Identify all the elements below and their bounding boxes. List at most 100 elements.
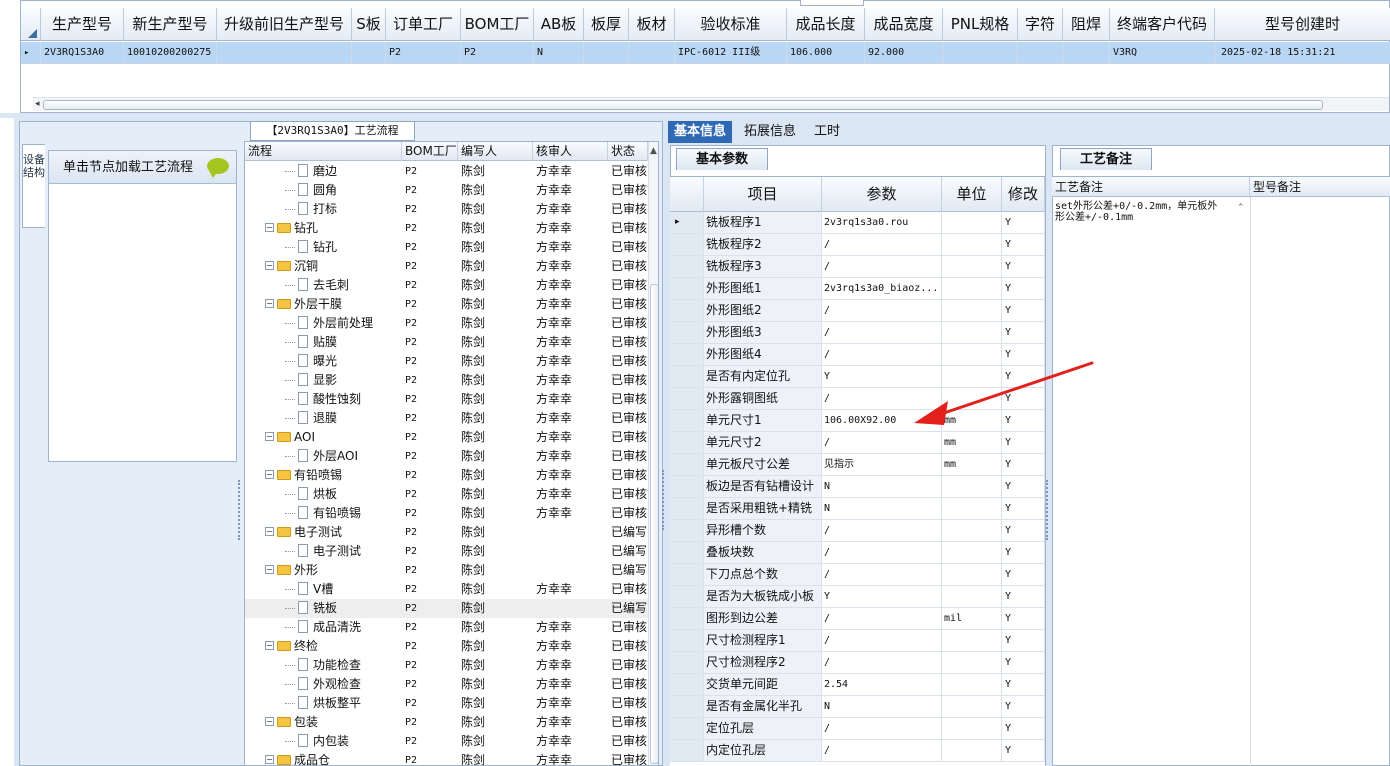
tree-node[interactable]: − 电子测试 xyxy=(265,523,402,542)
tree-row[interactable]: − AOI P2 陈剑 方幸幸 已审核 xyxy=(245,428,648,447)
collapse-icon[interactable]: − xyxy=(265,717,274,726)
param-unit-cell[interactable] xyxy=(942,278,1002,299)
tree-row[interactable]: 内包装 P2 陈剑 方幸幸 已审核 xyxy=(245,732,648,751)
param-value-cell[interactable]: N xyxy=(822,476,942,497)
scroll-left-icon[interactable]: ◂ xyxy=(35,99,40,109)
tree-row[interactable]: 贴膜 P2 陈剑 方幸幸 已审核 xyxy=(245,333,648,352)
collapse-icon[interactable]: − xyxy=(265,432,274,441)
row-indicator[interactable] xyxy=(670,674,704,695)
param-modify-cell[interactable]: Y xyxy=(1002,432,1045,453)
tree-row[interactable]: 烘板 P2 陈剑 方幸幸 已审核 xyxy=(245,485,648,504)
param-value-cell[interactable]: 见指示 xyxy=(822,454,942,475)
tree-row[interactable]: 酸性蚀刻 P2 陈剑 方幸幸 已审核 xyxy=(245,390,648,409)
collapse-icon[interactable]: − xyxy=(265,527,274,536)
param-unit-cell[interactable] xyxy=(942,564,1002,585)
tree-row[interactable]: − 沉铜 P2 陈剑 方幸幸 已审核 xyxy=(245,257,648,276)
tree-node[interactable]: − 终检 xyxy=(265,637,402,656)
tree-row[interactable]: 成品清洗 P2 陈剑 方幸幸 已审核 xyxy=(245,618,648,637)
tree-node[interactable]: 有铅喷锡 xyxy=(285,504,402,523)
tree-node[interactable]: − 外层干膜 xyxy=(265,295,402,314)
param-row[interactable]: 是否有金属化半孔 N Y xyxy=(670,696,1045,718)
param-modify-cell[interactable]: Y xyxy=(1002,652,1045,673)
row-indicator[interactable] xyxy=(670,366,704,387)
tree-node[interactable]: − 包装 xyxy=(265,713,402,732)
column-header[interactable]: 型号创建时 xyxy=(1215,8,1390,41)
column-header[interactable]: 成品长度 xyxy=(787,8,865,41)
param-unit-cell[interactable] xyxy=(942,520,1002,541)
param-row[interactable]: 是否为大板铣成小板 Y Y xyxy=(670,586,1045,608)
param-modify-cell[interactable]: Y xyxy=(1002,608,1045,629)
tree-node[interactable]: 磨边 xyxy=(285,162,402,181)
param-unit-cell[interactable] xyxy=(942,256,1002,277)
param-row[interactable]: 是否采用粗铣+精铣 N Y xyxy=(670,498,1045,520)
param-modify-cell[interactable]: Y xyxy=(1002,256,1045,277)
tree-row[interactable]: 铣板 P2 陈剑 已编写 xyxy=(245,599,648,618)
horizontal-scrollbar[interactable]: ◂ xyxy=(33,97,1389,111)
tree-node[interactable]: − 成品仓 xyxy=(265,751,402,765)
row-indicator[interactable] xyxy=(670,476,704,497)
param-modify-cell[interactable]: Y xyxy=(1002,278,1045,299)
param-value-cell[interactable]: / xyxy=(822,718,942,739)
scrollbar-thumb[interactable] xyxy=(43,100,1323,110)
row-indicator[interactable] xyxy=(670,630,704,651)
param-row[interactable]: 内定位孔层 / Y xyxy=(670,740,1045,762)
param-row[interactable]: 单元尺寸2/mm Y xyxy=(670,432,1045,454)
param-value-cell[interactable]: / xyxy=(822,322,942,343)
param-unit-cell[interactable] xyxy=(942,674,1002,695)
tree-node[interactable]: 钻孔 xyxy=(285,238,402,257)
tree-row[interactable]: 曝光 P2 陈剑 方幸幸 已审核 xyxy=(245,352,648,371)
right-splitter-grip[interactable] xyxy=(1046,480,1050,540)
row-indicator[interactable] xyxy=(670,454,704,475)
param-modify-cell[interactable]: Y xyxy=(1002,718,1045,739)
param-modify-cell[interactable]: Y xyxy=(1002,674,1045,695)
param-unit-cell[interactable]: mm xyxy=(942,432,1002,453)
tree-row[interactable]: 外层前处理 P2 陈剑 方幸幸 已审核 xyxy=(245,314,648,333)
row-indicator[interactable] xyxy=(670,542,704,563)
tree-column-header[interactable]: 状态 xyxy=(608,142,648,161)
param-modify-cell[interactable]: Y xyxy=(1002,696,1045,717)
collapse-icon[interactable]: − xyxy=(265,641,274,650)
tree-row[interactable]: V槽 P2 陈剑 方幸幸 已审核 xyxy=(245,580,648,599)
left-splitter-grip[interactable] xyxy=(238,480,242,540)
param-value-cell[interactable]: / xyxy=(822,256,942,277)
column-header[interactable]: 成品宽度 xyxy=(865,8,943,41)
param-value-cell[interactable]: N xyxy=(822,696,942,717)
column-header[interactable]: BOM工厂 xyxy=(461,8,534,41)
params-column-header[interactable]: 项目 xyxy=(704,177,822,212)
tree-node[interactable]: − 外形 xyxy=(265,561,402,580)
param-row[interactable]: 尺寸检测程序1/ Y xyxy=(670,630,1045,652)
param-row[interactable]: 异形槽个数 / Y xyxy=(670,520,1045,542)
tree-row[interactable]: − 有铅喷锡 P2 陈剑 方幸幸 已审核 xyxy=(245,466,648,485)
param-unit-cell[interactable] xyxy=(942,542,1002,563)
column-header[interactable]: 验收标准 xyxy=(675,8,787,41)
tree-node[interactable]: 圆角 xyxy=(285,181,402,200)
tree-row[interactable]: 钻孔 P2 陈剑 方幸幸 已审核 xyxy=(245,238,648,257)
param-modify-cell[interactable]: Y xyxy=(1002,212,1045,233)
param-unit-cell[interactable] xyxy=(942,300,1002,321)
param-value-cell[interactable]: 2v3rq1s3a0.rou xyxy=(822,212,942,233)
tree-node[interactable]: 去毛刺 xyxy=(285,276,402,295)
param-row[interactable]: 铣板程序3/ Y xyxy=(670,256,1045,278)
param-unit-cell[interactable] xyxy=(942,234,1002,255)
param-unit-cell[interactable]: mil xyxy=(942,608,1002,629)
tree-row[interactable]: 电子测试 P2 陈剑 已编写 xyxy=(245,542,648,561)
param-row[interactable]: 外形图纸1 2v3rq1s3a0_biaoz... Y xyxy=(670,278,1045,300)
tree-column-header[interactable]: 编写人 xyxy=(458,142,533,161)
tab-equipment-structure[interactable]: 设备结构 xyxy=(22,144,45,228)
tree-node[interactable]: 内包装 xyxy=(285,732,402,751)
tab-basic-params[interactable]: 基本参数 xyxy=(676,148,768,170)
param-row[interactable]: 外形图纸3/ Y xyxy=(670,322,1045,344)
tree-node[interactable]: 铣板 xyxy=(285,599,402,618)
row-indicator[interactable] xyxy=(670,410,704,431)
tree-node[interactable]: 电子测试 xyxy=(285,542,402,561)
tree-node[interactable]: V槽 xyxy=(285,580,402,599)
param-unit-cell[interactable] xyxy=(942,718,1002,739)
tree-column-header[interactable]: BOM工厂 xyxy=(402,142,458,161)
row-indicator[interactable] xyxy=(670,520,704,541)
column-header[interactable]: 板厚 xyxy=(584,8,629,41)
param-modify-cell[interactable]: Y xyxy=(1002,498,1045,519)
param-modify-cell[interactable]: Y xyxy=(1002,476,1045,497)
collapse-icon[interactable]: − xyxy=(265,470,274,479)
row-indicator[interactable] xyxy=(670,278,704,299)
tree-row[interactable]: − 外层干膜 P2 陈剑 方幸幸 已审核 xyxy=(245,295,648,314)
